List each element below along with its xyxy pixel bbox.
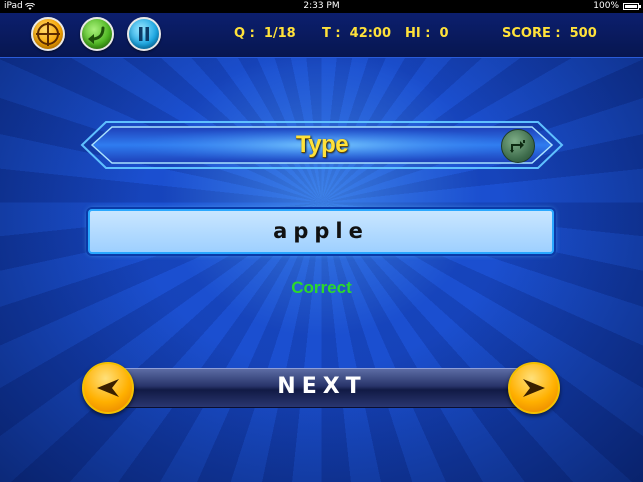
swap-mode-button[interactable]	[501, 129, 535, 163]
next-button[interactable]: NEXT	[108, 368, 536, 406]
battery-percent: 100%	[593, 1, 619, 11]
swap-arrows-icon	[510, 140, 525, 153]
high-score: HI : 0	[405, 26, 449, 41]
undo-button[interactable]	[80, 17, 114, 51]
question-counter: Q : 1/18	[234, 26, 296, 41]
answer-field[interactable]: apple	[88, 209, 554, 254]
target-button[interactable]	[31, 17, 65, 51]
battery-icon	[623, 3, 641, 10]
pause-button[interactable]	[127, 17, 161, 51]
pause-icon	[139, 27, 149, 41]
arrow-right-icon	[523, 379, 545, 397]
mode-title: Type	[295, 131, 349, 158]
answer-text: apple	[273, 219, 369, 243]
top-hud-bar: Q : 1/18 T : 42:00 HI : 0 SCORE : 500	[0, 13, 643, 58]
score-display: SCORE : 500	[502, 26, 597, 41]
target-icon	[36, 22, 60, 46]
status-bar: iPad 2:33 PM 100%	[0, 0, 643, 13]
status-time: 2:33 PM	[303, 1, 340, 11]
mode-banner: Type	[80, 120, 564, 170]
forward-button[interactable]	[508, 362, 560, 414]
previous-button[interactable]	[82, 362, 134, 414]
arrow-left-icon	[97, 379, 119, 397]
timer-display: T : 42:00	[322, 26, 392, 41]
undo-arrow-icon	[88, 26, 105, 44]
result-message: Correct	[291, 278, 352, 297]
